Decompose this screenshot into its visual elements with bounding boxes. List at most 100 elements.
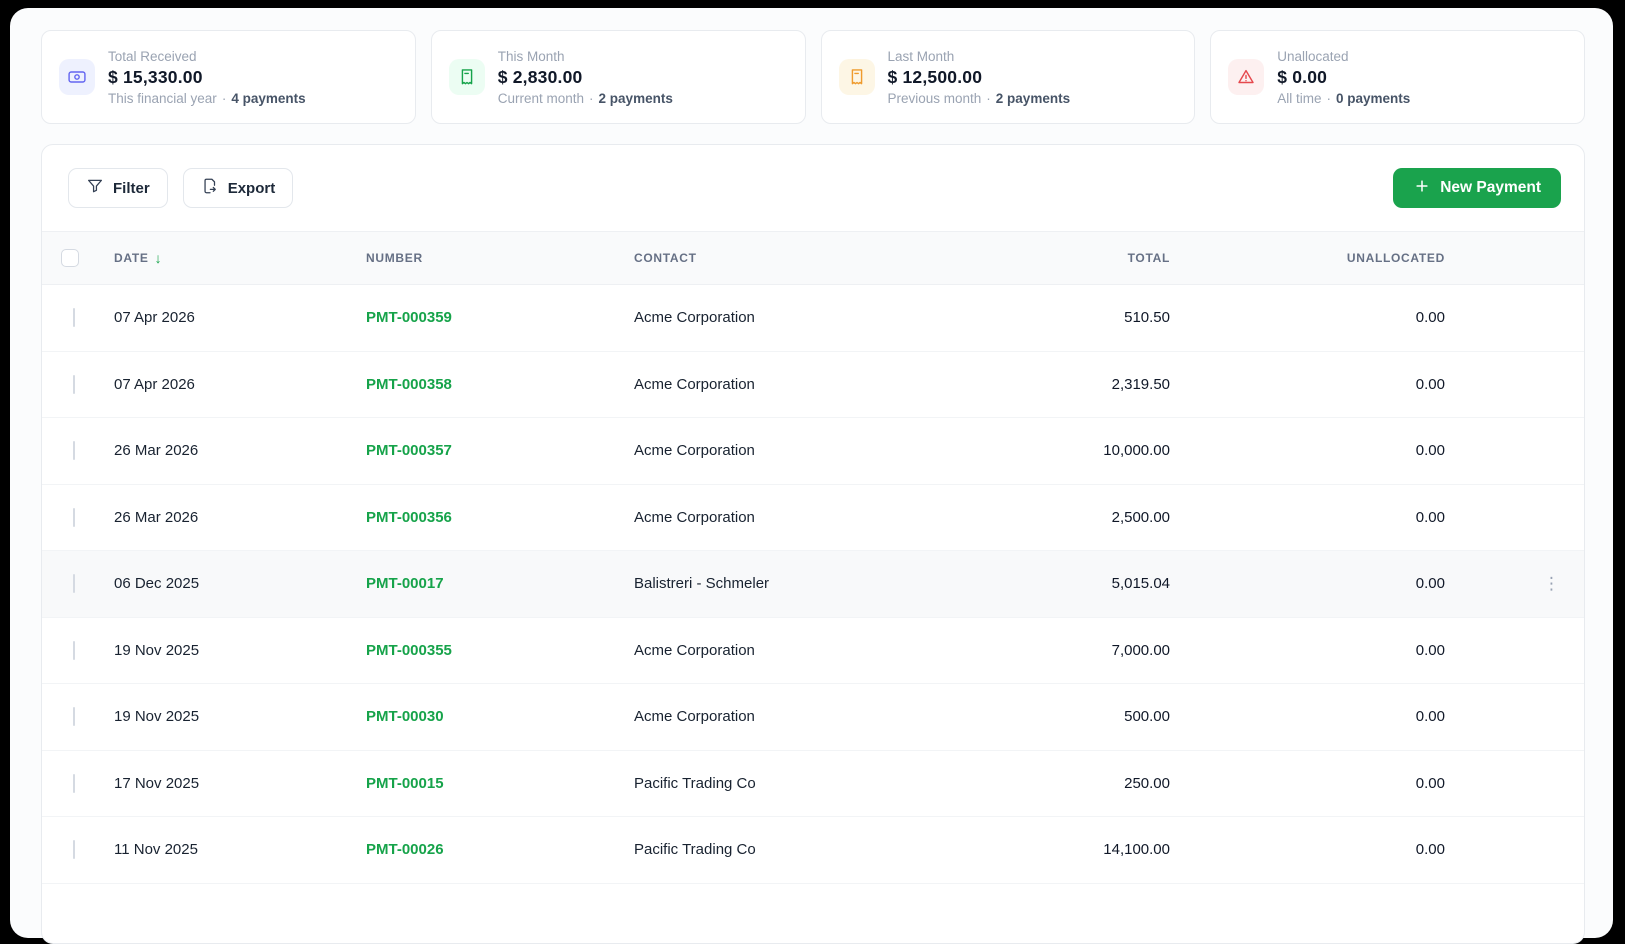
stat-card-this-month: This Month $ 2,830.00 Current month · 2 pa… — [430, 30, 806, 124]
payment-number-link[interactable]: PMT-00015 — [354, 775, 622, 792]
payment-date: 19 Nov 2025 — [114, 708, 200, 726]
payments-table-card: Filter Export New Payment DATE ↓ NUMBER … — [41, 144, 1585, 944]
column-header-contact[interactable]: CONTACT — [622, 251, 989, 265]
plus-icon — [1413, 177, 1431, 200]
payment-number-link[interactable]: PMT-000357 — [354, 442, 622, 459]
payment-number-link[interactable]: PMT-000356 — [354, 509, 622, 526]
payment-unallocated: 0.00 — [1415, 375, 1445, 393]
payment-unallocated: 0.00 — [1415, 575, 1445, 593]
stat-label: Unallocated — [1277, 48, 1349, 64]
stat-value: $ 12,500.00 — [887, 66, 983, 87]
payment-unallocated: 0.00 — [1415, 309, 1445, 327]
payment-unallocated: 0.00 — [1415, 774, 1445, 792]
payment-number-link[interactable]: PMT-000359 — [354, 309, 622, 326]
row-checkbox[interactable] — [73, 640, 75, 660]
payment-contact: Pacific Trading Co — [634, 841, 756, 859]
stat-subtitle: Current month · 2 payments — [497, 90, 673, 106]
payment-unallocated: 0.00 — [1415, 442, 1445, 460]
table-row[interactable]: 19 Nov 2025 PMT-00030 Acme Corporation 5… — [42, 684, 1584, 751]
row-checkbox[interactable] — [73, 840, 75, 860]
export-button[interactable]: Export — [182, 168, 294, 208]
warning-icon — [1228, 59, 1265, 95]
column-header-number[interactable]: NUMBER — [354, 251, 622, 265]
payment-unallocated: 0.00 — [1415, 708, 1445, 726]
stat-value: $ 15,330.00 — [108, 66, 203, 87]
sort-desc-icon: ↓ — [154, 250, 163, 266]
payment-date: 06 Dec 2025 — [114, 575, 200, 593]
table-row-hovered[interactable]: 06 Dec 2025 PMT-00017 Balistreri - Schme… — [42, 551, 1584, 618]
table-row[interactable]: 17 Nov 2025 PMT-00015 Pacific Trading Co… — [42, 751, 1584, 817]
table-row[interactable]: 26 Mar 2026 PMT-000357 Acme Corporation … — [42, 418, 1584, 485]
stat-card-unallocated: Unallocated $ 0.00 All time · 0 payments — [1210, 30, 1585, 124]
select-all-checkbox[interactable] — [61, 249, 79, 267]
payment-date: 26 Mar 2026 — [114, 508, 199, 526]
payment-number-link[interactable]: PMT-00017 — [354, 575, 622, 592]
payment-date: 17 Nov 2025 — [114, 774, 200, 792]
payment-total: 510.50 — [1124, 309, 1170, 327]
payment-contact: Balistreri - Schmeler — [634, 575, 770, 593]
payment-number-link[interactable]: PMT-000358 — [354, 376, 622, 393]
payment-unallocated: 0.00 — [1415, 641, 1445, 659]
table-row[interactable]: 26 Mar 2026 PMT-000356 Acme Corporation … — [42, 485, 1584, 551]
table-toolbar: Filter Export New Payment — [42, 145, 1584, 231]
kebab-menu-icon[interactable]: ⋮ — [1457, 575, 1584, 592]
table-row[interactable]: 11 Nov 2025 PMT-00026 Pacific Trading Co… — [42, 817, 1584, 884]
payment-total: 7,000.00 — [1111, 641, 1170, 659]
stat-label: Total Received — [108, 48, 197, 64]
payment-contact: Acme Corporation — [634, 708, 755, 726]
app-window: Total Received $ 15,330.00 This financia… — [10, 8, 1613, 944]
row-checkbox[interactable] — [73, 574, 75, 594]
table-row[interactable]: 07 Apr 2026 PMT-000358 Acme Corporation … — [42, 352, 1584, 418]
payment-contact: Acme Corporation — [634, 309, 755, 327]
payment-date: 19 Nov 2025 — [114, 641, 200, 659]
payment-date: 07 Apr 2026 — [114, 309, 195, 327]
stat-label: This Month — [497, 48, 565, 64]
row-checkbox[interactable] — [73, 773, 75, 793]
row-checkbox[interactable] — [73, 441, 75, 461]
stat-subtitle: Previous month · 2 payments — [887, 90, 1071, 106]
funnel-icon — [86, 177, 104, 199]
payment-number-link[interactable]: PMT-000355 — [354, 642, 622, 659]
column-header-total[interactable]: TOTAL — [989, 251, 1182, 265]
payment-contact: Acme Corporation — [634, 641, 755, 659]
payment-contact: Acme Corporation — [634, 375, 755, 393]
payment-date: 26 Mar 2026 — [114, 442, 199, 460]
row-checkbox[interactable] — [73, 308, 75, 328]
payment-date: 11 Nov 2025 — [114, 841, 198, 859]
payment-contact: Acme Corporation — [634, 442, 755, 460]
receipt-icon — [448, 59, 485, 95]
stat-subtitle: All time · 0 payments — [1277, 90, 1411, 106]
banknote-icon — [59, 59, 95, 95]
new-payment-button[interactable]: New Payment — [1393, 168, 1561, 208]
payment-total: 2,500.00 — [1111, 508, 1170, 526]
payment-total: 2,319.50 — [1111, 375, 1170, 393]
stat-label: Last Month — [887, 48, 955, 64]
export-icon — [201, 177, 219, 199]
table-row[interactable]: 07 Apr 2026 PMT-000359 Acme Corporation … — [42, 285, 1584, 352]
payment-total: 5,015.04 — [1111, 575, 1170, 593]
stat-value: $ 0.00 — [1277, 66, 1328, 87]
stat-value: $ 2,830.00 — [497, 66, 583, 87]
payment-unallocated: 0.00 — [1415, 841, 1445, 859]
payment-total: 250.00 — [1124, 774, 1170, 792]
payment-contact: Acme Corporation — [634, 508, 755, 526]
column-header-date[interactable]: DATE ↓ — [102, 250, 354, 266]
column-header-unallocated[interactable]: UNALLOCATED — [1182, 251, 1457, 265]
receipt-icon — [838, 59, 875, 95]
row-checkbox[interactable] — [73, 707, 75, 727]
row-checkbox[interactable] — [73, 374, 75, 394]
payment-date: 07 Apr 2026 — [114, 375, 195, 393]
table-row[interactable]: 19 Nov 2025 PMT-000355 Acme Corporation … — [42, 618, 1584, 684]
payment-total: 500.00 — [1124, 708, 1170, 726]
payment-total: 14,100.00 — [1103, 841, 1170, 859]
stat-card-total-received: Total Received $ 15,330.00 This financia… — [41, 30, 416, 124]
payment-total: 10,000.00 — [1103, 442, 1170, 460]
filter-button[interactable]: Filter — [68, 168, 168, 208]
row-checkbox[interactable] — [73, 507, 75, 527]
payment-number-link[interactable]: PMT-00030 — [354, 708, 622, 725]
table-header-row: DATE ↓ NUMBER CONTACT TOTAL UNALLOCATED — [42, 231, 1584, 285]
payment-contact: Pacific Trading Co — [634, 774, 756, 792]
stats-row: Total Received $ 15,330.00 This financia… — [41, 30, 1585, 124]
payment-number-link[interactable]: PMT-00026 — [354, 841, 622, 858]
stat-card-last-month: Last Month $ 12,500.00 Previous month · 2 … — [820, 30, 1196, 124]
